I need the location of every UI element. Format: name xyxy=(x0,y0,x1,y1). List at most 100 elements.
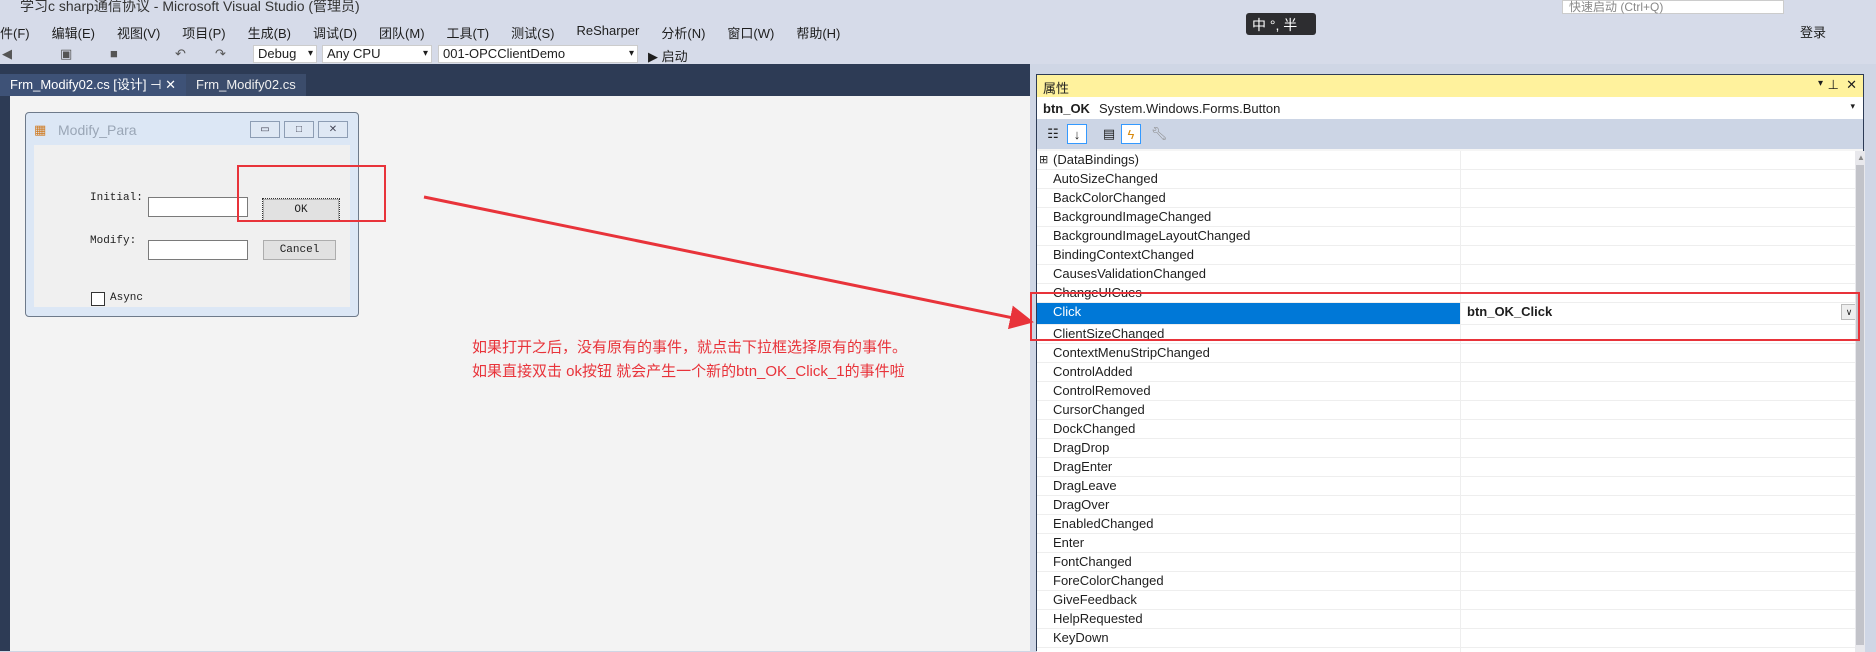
event-row[interactable]: Enter xyxy=(1037,534,1855,553)
event-handler-value[interactable] xyxy=(1461,227,1855,245)
event-name-text: BindingContextChanged xyxy=(1053,247,1194,262)
event-name: CursorChanged xyxy=(1037,401,1461,419)
properties-title: 属性 xyxy=(1043,81,1070,96)
object-type: System.Windows.Forms.Button xyxy=(1099,101,1281,116)
event-name-text: BackgroundImageChanged xyxy=(1053,209,1212,224)
event-name-text: Enter xyxy=(1053,535,1085,550)
expand-icon[interactable]: ⊞ xyxy=(1039,151,1048,169)
annotation-line-1: 如果打开之后，没有原有的事件，就点击下拉框选择原有的事件。 xyxy=(472,339,908,356)
events-grid: ⊞ (DataBindings) AutoSizeChanged BackColorC… xyxy=(1037,151,1855,652)
event-row[interactable]: AutoSizeChanged xyxy=(1037,170,1855,189)
event-row[interactable]: DragDrop xyxy=(1037,439,1855,458)
event-name: KeyDown xyxy=(1037,629,1461,647)
highlight-click-box xyxy=(1030,292,1860,341)
event-name-text: ControlAdded xyxy=(1053,364,1133,379)
dropdown-icon[interactable]: ▾ xyxy=(1818,78,1823,89)
event-handler-value[interactable] xyxy=(1461,648,1855,652)
event-handler-value[interactable] xyxy=(1461,265,1855,283)
event-row[interactable]: DragLeave xyxy=(1037,477,1855,496)
event-name: Enter xyxy=(1037,534,1461,552)
event-name: BackgroundImageChanged xyxy=(1037,208,1461,226)
event-row[interactable]: ⊞ (DataBindings) xyxy=(1037,151,1855,170)
event-row[interactable]: EnabledChanged xyxy=(1037,515,1855,534)
event-handler-value[interactable] xyxy=(1461,477,1855,495)
event-name-text: CursorChanged xyxy=(1053,402,1145,417)
event-name-text: DockChanged xyxy=(1053,421,1136,436)
event-handler-value[interactable] xyxy=(1461,151,1855,169)
event-handler-value[interactable] xyxy=(1461,591,1855,609)
event-row[interactable]: KeyPress xyxy=(1037,648,1855,652)
event-handler-value[interactable] xyxy=(1461,246,1855,264)
event-handler-value[interactable] xyxy=(1461,572,1855,590)
pin-icon[interactable]: ⊥ xyxy=(1828,77,1839,93)
event-handler-value[interactable] xyxy=(1461,610,1855,628)
event-name: AutoSizeChanged xyxy=(1037,170,1461,188)
properties-icon[interactable]: ▤ xyxy=(1099,124,1119,144)
event-name-text: FontChanged xyxy=(1053,554,1132,569)
event-name-text: BackColorChanged xyxy=(1053,190,1166,205)
scrollbar[interactable]: ▲ xyxy=(1855,151,1865,652)
event-row[interactable]: DockChanged xyxy=(1037,420,1855,439)
event-handler-value[interactable] xyxy=(1461,363,1855,381)
event-name: BindingContextChanged xyxy=(1037,246,1461,264)
event-name: BackColorChanged xyxy=(1037,189,1461,207)
event-handler-value[interactable] xyxy=(1461,208,1855,226)
event-handler-value[interactable] xyxy=(1461,344,1855,362)
chevron-down-icon[interactable]: ▾ xyxy=(1850,101,1855,112)
event-name-text: ForeColorChanged xyxy=(1053,573,1164,588)
event-handler-value[interactable] xyxy=(1461,382,1855,400)
event-row[interactable]: DragEnter xyxy=(1037,458,1855,477)
event-handler-value[interactable] xyxy=(1461,534,1855,552)
events-lightning-icon[interactable]: ϟ xyxy=(1121,124,1141,144)
event-name-text: EnabledChanged xyxy=(1053,516,1154,531)
property-pages-wrench-icon[interactable]: 🔧︎ xyxy=(1149,124,1169,144)
event-row[interactable]: ControlAdded xyxy=(1037,363,1855,382)
alphabetical-icon[interactable]: ↓ xyxy=(1067,124,1087,144)
event-row[interactable]: GiveFeedback xyxy=(1037,591,1855,610)
event-handler-value[interactable] xyxy=(1461,401,1855,419)
event-name-text: CausesValidationChanged xyxy=(1053,266,1206,281)
event-handler-value[interactable] xyxy=(1461,170,1855,188)
close-icon[interactable]: ✕ xyxy=(1846,77,1857,93)
event-row[interactable]: CausesValidationChanged xyxy=(1037,265,1855,284)
event-row[interactable]: ContextMenuStripChanged xyxy=(1037,344,1855,363)
event-name: DragOver xyxy=(1037,496,1461,514)
event-handler-value[interactable] xyxy=(1461,515,1855,533)
properties-panel: 属性 ▾ ⊥ ✕ btn_OK System.Windows.Forms.But… xyxy=(1036,74,1865,652)
event-name-text: KeyDown xyxy=(1053,630,1109,645)
event-row[interactable]: KeyDown xyxy=(1037,629,1855,648)
event-name-text: DragLeave xyxy=(1053,478,1117,493)
event-handler-value[interactable] xyxy=(1461,629,1855,647)
event-handler-value[interactable] xyxy=(1461,420,1855,438)
event-name-text: ControlRemoved xyxy=(1053,383,1151,398)
event-name: ⊞ (DataBindings) xyxy=(1037,151,1461,169)
object-selector[interactable]: btn_OK System.Windows.Forms.Button ▾ xyxy=(1037,97,1863,119)
event-handler-value[interactable] xyxy=(1461,189,1855,207)
event-row[interactable]: CursorChanged xyxy=(1037,401,1855,420)
event-row[interactable]: BackgroundImageChanged xyxy=(1037,208,1855,227)
event-row[interactable]: BackColorChanged xyxy=(1037,189,1855,208)
event-handler-value[interactable] xyxy=(1461,553,1855,571)
event-name-text: AutoSizeChanged xyxy=(1053,171,1158,186)
event-name-text: DragDrop xyxy=(1053,440,1110,455)
categorized-icon[interactable]: ☷ xyxy=(1043,124,1063,144)
properties-header: 属性 ▾ ⊥ ✕ xyxy=(1037,75,1863,97)
event-name: FontChanged xyxy=(1037,553,1461,571)
event-row[interactable]: ControlRemoved xyxy=(1037,382,1855,401)
event-handler-value[interactable] xyxy=(1461,439,1855,457)
event-name: BackgroundImageLayoutChanged xyxy=(1037,227,1461,245)
event-handler-value[interactable] xyxy=(1461,458,1855,476)
object-name: btn_OK xyxy=(1043,101,1090,116)
event-row[interactable]: HelpRequested xyxy=(1037,610,1855,629)
event-name: DragLeave xyxy=(1037,477,1461,495)
event-handler-value[interactable] xyxy=(1461,496,1855,514)
event-row[interactable]: ForeColorChanged xyxy=(1037,572,1855,591)
event-name: DragEnter xyxy=(1037,458,1461,476)
event-row[interactable]: FontChanged xyxy=(1037,553,1855,572)
event-row[interactable]: BackgroundImageLayoutChanged xyxy=(1037,227,1855,246)
event-name-text: GiveFeedback xyxy=(1053,592,1137,607)
event-name-text: DragOver xyxy=(1053,497,1110,512)
event-name: ForeColorChanged xyxy=(1037,572,1461,590)
event-row[interactable]: DragOver xyxy=(1037,496,1855,515)
event-row[interactable]: BindingContextChanged xyxy=(1037,246,1855,265)
